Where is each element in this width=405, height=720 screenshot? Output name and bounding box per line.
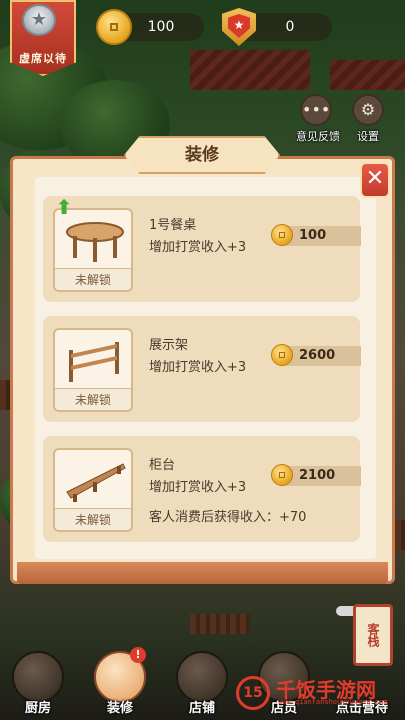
round-table-icon	[66, 222, 124, 262]
nav-shop[interactable]: 店铺	[170, 651, 234, 716]
lock-status: 未解锁	[55, 268, 131, 290]
feedback-label: 意见反馈	[296, 130, 340, 143]
coin-icon	[96, 9, 132, 45]
nav-label: 厨房	[24, 701, 51, 716]
item-card-dining-table[interactable]: 未解锁 1号餐桌 增加打赏收入+3 100	[43, 196, 361, 302]
panel-bottom-trim	[17, 562, 388, 584]
display-shelf-thumbnail: 未解锁	[53, 328, 133, 412]
feedback-button[interactable]: ••• 意见反馈	[296, 94, 340, 144]
item-price: 2600	[299, 348, 336, 363]
chat-bubble-icon: •••	[300, 94, 332, 126]
upgrade-arrow-icon: ⬆	[55, 195, 73, 219]
shop-icon	[176, 651, 228, 703]
counter-icon	[66, 463, 126, 502]
panel-title: 装修	[124, 136, 280, 174]
item-card-counter[interactable]: 未解锁 柜台 增加打赏收入+3 客人消费后获得收入：+70 2100	[43, 436, 361, 542]
nav-label: 装修	[106, 701, 133, 716]
item-bonus: 增加打赏收入+3	[149, 480, 247, 495]
rank-emblem-icon: ★	[22, 4, 56, 36]
kitchen-icon	[12, 651, 64, 703]
item-name: 柜台	[149, 458, 176, 473]
coin-icon	[271, 224, 293, 246]
item-bonus: 增加打赏收入+3	[149, 240, 247, 255]
shelf-icon	[69, 342, 119, 382]
watermark-url: www.qianfanshouyouwang.com	[278, 698, 388, 706]
coin-icon	[271, 344, 293, 366]
coin-icon	[271, 464, 293, 486]
watermark-logo: 15	[236, 676, 270, 710]
gear-icon: ⚙	[352, 94, 384, 126]
inn-sign[interactable]: 客栈	[353, 604, 393, 666]
item-card-display-shelf[interactable]: 未解锁 展示架 增加打赏收入+3 2600	[43, 316, 361, 422]
alert-badge: !	[130, 647, 146, 663]
item-name: 1号餐桌	[149, 218, 197, 233]
item-price: 2100	[299, 468, 336, 483]
nav-label: 店铺	[188, 701, 215, 716]
settings-label: 设置	[357, 130, 379, 143]
item-name: 展示架	[149, 338, 189, 353]
close-button[interactable]: ✕	[360, 162, 390, 198]
item-extra-income: 客人消费后获得收入：+70	[149, 510, 307, 525]
settings-button[interactable]: ⚙ 设置	[348, 94, 388, 144]
lock-status: 未解锁	[55, 388, 131, 410]
counter-thumbnail: 未解锁	[53, 448, 133, 532]
rank-label: 虚席以待	[19, 52, 67, 65]
coin-count: 100	[147, 19, 175, 35]
item-bonus: 增加打赏收入+3	[149, 360, 247, 375]
dining-table-thumbnail: 未解锁	[53, 208, 133, 292]
badge-count: 0	[285, 19, 295, 35]
watermark: 15 千饭手游网 www.qianfanshouyouwang.com	[236, 674, 404, 714]
item-price: 100	[299, 228, 327, 243]
nav-decoration[interactable]: ! 装修	[88, 647, 152, 716]
lock-status: 未解锁	[55, 508, 131, 530]
nav-kitchen[interactable]: 厨房	[6, 651, 70, 716]
